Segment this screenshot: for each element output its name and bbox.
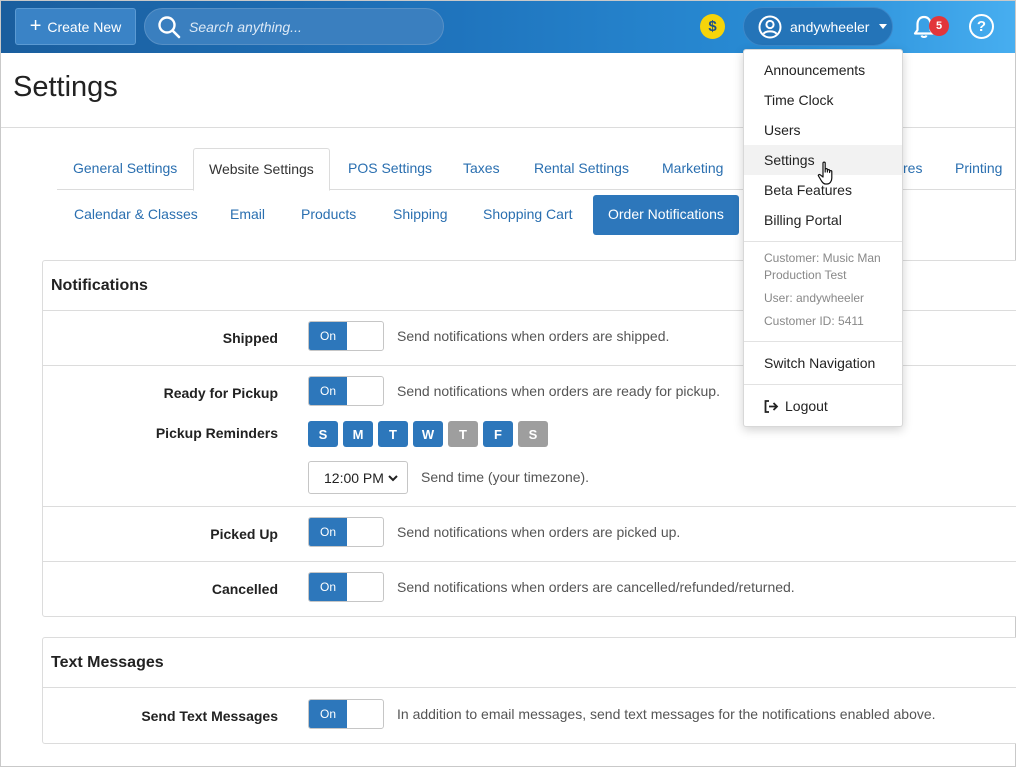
cancelled-description: Send notifications when orders are cance… [397,579,795,595]
search-box[interactable] [144,8,444,45]
pickup-reminder-days: S M T W T F S [308,421,548,447]
pickup-reminders-label: Pickup Reminders [155,425,278,441]
reminder-time-select[interactable]: 12:00 PM [308,461,408,494]
subtab-email[interactable]: Email [230,195,265,235]
day-wednesday-button[interactable]: W [413,421,443,447]
menu-divider [744,341,902,342]
tab-general-settings[interactable]: General Settings [73,148,177,190]
tab-website-settings[interactable]: Website Settings [193,148,330,191]
text-messages-heading: Text Messages [43,638,1016,688]
logout-label: Logout [785,398,828,414]
page-title: Settings [13,71,118,103]
hand-pointer-icon [817,161,833,185]
dollar-coin-icon[interactable]: $ [700,14,725,39]
menu-item-users[interactable]: Users [744,115,902,145]
picked-up-label: Picked Up [210,526,278,542]
picked-up-description: Send notifications when orders are picke… [397,524,681,540]
caret-down-icon [879,24,888,29]
tab-marketing[interactable]: Marketing [662,148,723,190]
toggle-on-label: On [309,377,347,405]
customer-name-info: Customer: Music Man Production Test [764,250,894,284]
send-text-messages-toggle[interactable]: On [308,699,384,729]
text-messages-panel: Text Messages Send Text Messages On In a… [42,637,1016,744]
subtab-shopping-cart[interactable]: Shopping Cart [483,195,573,235]
day-thursday-button[interactable]: T [448,421,478,447]
create-new-label: Create New [47,18,122,35]
menu-item-switch-navigation[interactable]: Switch Navigation [744,348,902,378]
day-sunday-button[interactable]: S [308,421,338,447]
top-navigation-bar: + Create New $ andywheeler 5 ? [1,1,1015,53]
shipped-description: Send notifications when orders are shipp… [397,328,670,344]
send-text-messages-row: Send Text Messages On In addition to ema… [43,688,1016,743]
search-input[interactable] [189,18,429,35]
ready-for-pickup-toggle[interactable]: On [308,376,384,406]
customer-name-line-2: Production Test [764,268,847,282]
subtab-products[interactable]: Products [301,195,356,235]
tab-rental-settings[interactable]: Rental Settings [534,148,629,190]
day-saturday-button[interactable]: S [518,421,548,447]
day-monday-button[interactable]: M [343,421,373,447]
send-text-messages-label: Send Text Messages [141,708,278,724]
ready-for-pickup-description: Send notifications when orders are ready… [397,383,720,399]
menu-divider [744,241,902,242]
subtab-shipping[interactable]: Shipping [393,195,448,235]
cancelled-label: Cancelled [211,581,278,597]
shipped-label: Shipped [222,330,278,346]
help-icon[interactable]: ? [969,14,994,39]
user-menu-button[interactable]: andywheeler [743,7,893,46]
shipped-toggle[interactable]: On [308,321,384,351]
toggle-on-label: On [309,322,347,350]
search-icon [158,15,181,38]
day-tuesday-button[interactable]: T [378,421,408,447]
chevron-down-icon [388,475,398,482]
send-text-messages-description: In addition to email messages, send text… [397,706,936,722]
user-info: User: andywheeler [764,291,865,305]
reminder-time-description: Send time (your timezone). [421,469,590,485]
tab-printing[interactable]: Printing [955,148,1002,190]
customer-name-line: Customer: Music Man [764,251,881,265]
user-dropdown-menu: Announcements Time Clock Users Settings … [743,49,903,427]
create-new-button[interactable]: + Create New [15,8,136,45]
picked-up-toggle[interactable]: On [308,517,384,547]
logout-icon [764,399,779,413]
tab-taxes[interactable]: Taxes [463,148,500,190]
ready-for-pickup-label: Ready for Pickup [163,385,278,401]
toggle-on-label: On [309,573,347,601]
menu-item-logout[interactable]: Logout [744,391,902,421]
day-friday-button[interactable]: F [483,421,513,447]
menu-item-announcements[interactable]: Announcements [744,55,902,85]
tab-pos-settings[interactable]: POS Settings [348,148,432,190]
username-label: andywheeler [790,18,870,35]
menu-divider [744,384,902,385]
customer-id-info: Customer ID: 5411 [764,314,864,328]
tab-features-partial[interactable]: res [903,148,922,190]
toggle-on-label: On [309,700,347,728]
user-avatar-icon [758,15,782,38]
toggle-on-label: On [309,518,347,546]
subtab-calendar-classes[interactable]: Calendar & Classes [74,195,198,235]
cancelled-row: Cancelled On Send notifications when ord… [43,562,1016,616]
notification-count-badge: 5 [929,16,949,36]
subtab-order-notifications[interactable]: Order Notifications [593,195,739,235]
menu-item-billing-portal[interactable]: Billing Portal [744,205,902,235]
picked-up-row: Picked Up On Send notifications when ord… [43,507,1016,562]
reminder-time-value: 12:00 PM [324,469,384,486]
plus-icon: + [29,14,42,37]
menu-item-time-clock[interactable]: Time Clock [744,85,902,115]
cancelled-toggle[interactable]: On [308,572,384,602]
